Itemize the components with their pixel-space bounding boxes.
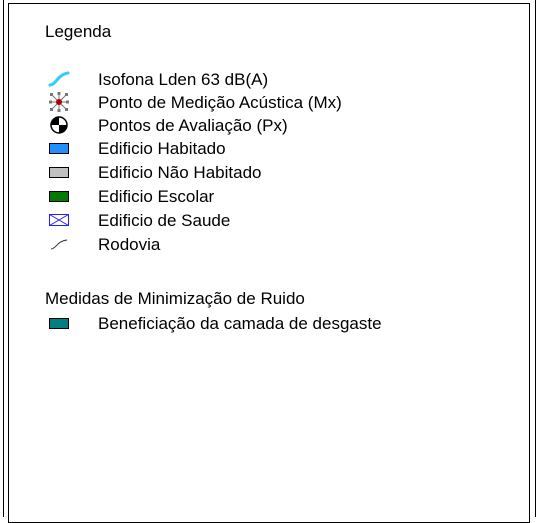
legend-item-label: Ponto de Medição Acústica (Mx) — [98, 93, 342, 112]
health-building-icon — [47, 209, 71, 231]
legend-item-label: Rodovia — [98, 235, 161, 254]
measures-header: Medidas de Minimização de Ruido — [45, 289, 305, 308]
highway-line-icon — [47, 233, 71, 255]
inhabited-building-icon — [47, 137, 71, 159]
legend-item-highway: Rodovia — [9, 233, 529, 255]
legend-item-inhabited-building: Edificio Habitado — [9, 137, 529, 159]
legend-item-uninhabited-building: Edificio Não Habitado — [9, 161, 529, 183]
legend-item-evaluation-point: Pontos de Avaliação (Px) — [9, 114, 529, 136]
legend-item-measurement-point: Ponto de Medição Acústica (Mx) — [9, 91, 529, 113]
measurement-point-icon — [47, 91, 71, 113]
legend-item-label: Edificio Habitado — [98, 139, 226, 158]
legend-item-label: Edificio Escolar — [98, 187, 215, 206]
uninhabited-building-icon — [47, 161, 71, 183]
legend-item-label: Pontos de Avaliação (Px) — [98, 116, 288, 135]
legend-item-school-building: Edificio Escolar — [9, 185, 529, 207]
legend-item-label: Isofona Lden 63 dB(A) — [98, 70, 269, 89]
school-building-icon — [47, 185, 71, 207]
legend-panel: Legenda Isofona Lden 63 dB(A) Ponto de M… — [8, 3, 530, 523]
legend-item-label: Edificio Não Habitado — [98, 163, 262, 182]
evaluation-point-icon — [47, 114, 71, 136]
wearing-course-icon — [47, 312, 71, 334]
legend-item-isophone: Isofona Lden 63 dB(A) — [9, 68, 529, 90]
legend-item-label: Beneficiação da camada de desgaste — [98, 314, 382, 333]
legend-item-label: Edificio de Saude — [98, 211, 231, 230]
isophone-line-icon — [47, 68, 71, 90]
legend-title: Legenda — [45, 22, 112, 41]
legend-item-wearing-course: Beneficiação da camada de desgaste — [9, 312, 529, 334]
legend-item-health-building: Edificio de Saude — [9, 209, 529, 231]
